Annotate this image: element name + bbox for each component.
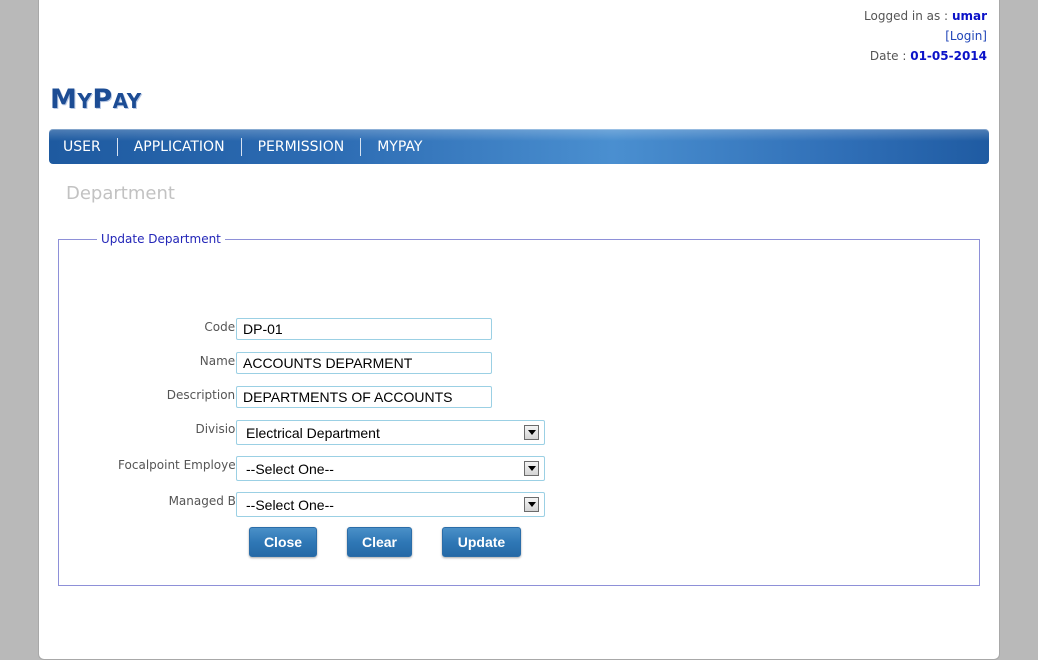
name-row: Name :	[59, 352, 979, 378]
username: umar	[951, 9, 987, 23]
login-link[interactable]: [Login]	[945, 29, 987, 43]
nav-item-application[interactable]: APPLICATION	[124, 138, 235, 156]
division-row: Division Electrical Department	[59, 420, 979, 446]
description-input[interactable]	[236, 386, 492, 408]
nav-item-user[interactable]: USER	[53, 138, 111, 156]
update-department-form: Update Department Code : Name : Descript…	[58, 232, 980, 586]
logo-letter: AY	[112, 89, 142, 113]
managed-by-label: Managed By	[168, 494, 243, 508]
page-container: Logged in as : umar [Login] Date : 01-05…	[38, 0, 1000, 660]
logo-letter: Y	[77, 89, 93, 113]
managed-by-row: Managed By --Select One--	[59, 492, 979, 518]
nav-item-mypay[interactable]: MYPAY	[367, 138, 432, 156]
logo-letter: P	[92, 84, 113, 115]
nav-item-permission[interactable]: PERMISSION	[248, 138, 355, 156]
form-legend: Update Department	[101, 232, 221, 246]
description-label: Description :	[166, 388, 243, 402]
division-select[interactable]: Electrical Department	[236, 420, 545, 445]
chevron-down-icon[interactable]	[524, 461, 539, 476]
chevron-down-icon[interactable]	[524, 425, 539, 440]
nav-separator	[360, 137, 362, 156]
date-label: Date :	[869, 49, 907, 63]
managed-by-select[interactable]: --Select One--	[236, 492, 545, 517]
name-input[interactable]	[236, 352, 492, 374]
logo-letter: M	[50, 84, 78, 115]
focalpoint-select-value: --Select One--	[246, 461, 334, 477]
clear-button[interactable]: Clear	[347, 527, 412, 557]
nav-list: USER APPLICATION PERMISSION MYPAY	[49, 129, 989, 164]
date-value: 01-05-2014	[910, 49, 987, 63]
date-line: Date : 01-05-2014	[864, 46, 987, 66]
update-button[interactable]: Update	[442, 527, 521, 557]
page-title: Department	[66, 183, 175, 204]
nav-separator	[116, 137, 118, 156]
focalpoint-row: Focalpoint Employee --Select One--	[59, 456, 979, 482]
chevron-down-icon[interactable]	[524, 497, 539, 512]
description-row: Description :	[59, 386, 979, 412]
focalpoint-label: Focalpoint Employee	[118, 458, 243, 472]
division-select-value: Electrical Department	[246, 425, 380, 441]
nav-separator	[240, 137, 242, 156]
app-logo: MYPAY	[50, 84, 142, 115]
focalpoint-employee-select[interactable]: --Select One--	[236, 456, 545, 481]
close-button[interactable]: Close	[249, 527, 317, 557]
logged-in-label: Logged in as :	[864, 9, 949, 23]
logged-in-line: Logged in as : umar	[864, 6, 987, 26]
user-info: Logged in as : umar [Login] Date : 01-05…	[864, 6, 987, 66]
managed-by-select-value: --Select One--	[246, 497, 334, 513]
code-input[interactable]	[236, 318, 492, 340]
main-navbar: USER APPLICATION PERMISSION MYPAY	[49, 129, 989, 164]
code-row: Code :	[59, 318, 979, 344]
